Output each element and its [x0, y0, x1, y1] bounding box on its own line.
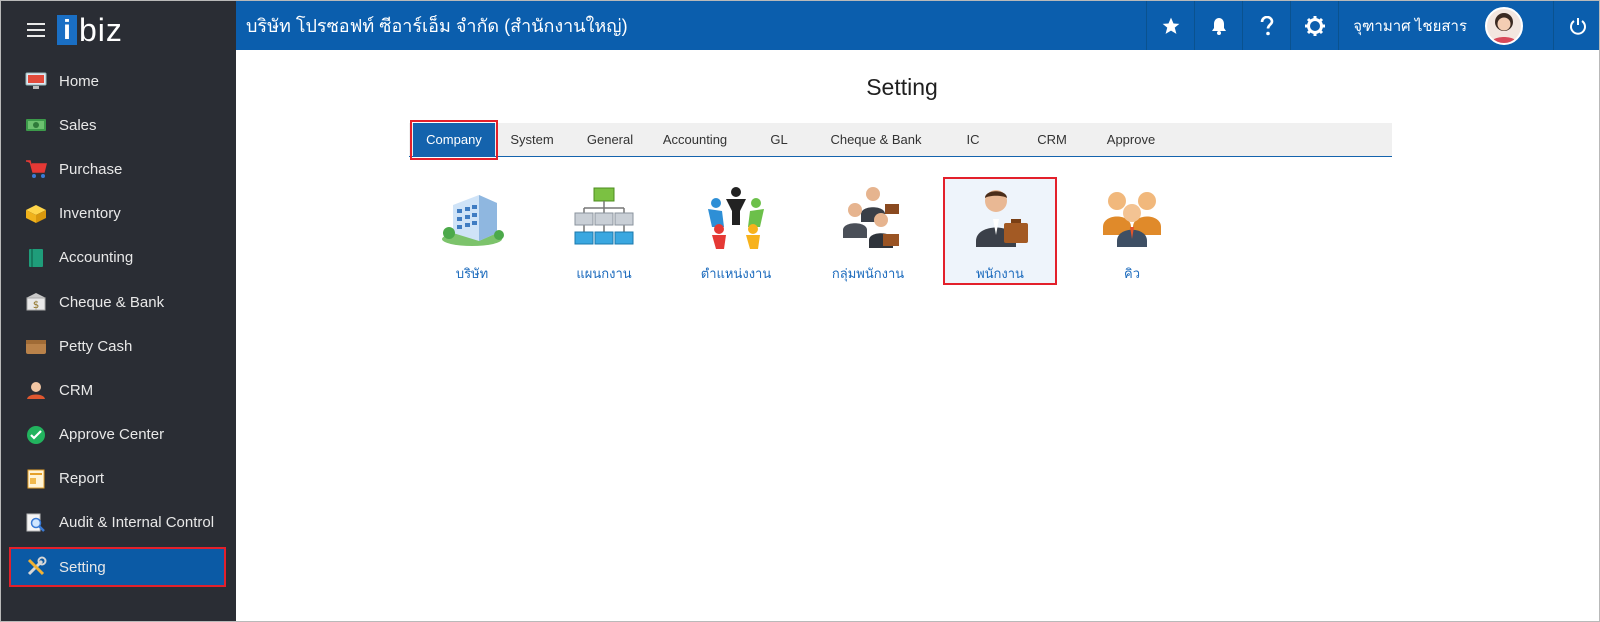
tile-employee[interactable]: พนักงาน: [943, 177, 1057, 285]
cart-icon: [25, 159, 47, 179]
tile-label: ตำแหน่งงาน: [700, 266, 772, 281]
logo-i: i: [57, 15, 77, 45]
gear-icon: [1304, 15, 1325, 36]
sidebar-item-label: Petty Cash: [59, 337, 133, 355]
logo-text: biz: [79, 12, 123, 48]
sidebar-item-label: Inventory: [59, 205, 121, 223]
magnifier-doc-icon: [25, 513, 47, 533]
sidebar-nav: Home Sales Purchase Inventory Accounting…: [1, 59, 236, 588]
tab-approve[interactable]: Approve: [1091, 123, 1171, 157]
sidebar-item-label: Purchase: [59, 160, 123, 178]
bank-icon: $: [25, 292, 47, 312]
sidebar: i biz Home Sales Purchase Inventory Acco…: [1, 1, 236, 621]
sidebar-item-setting[interactable]: Setting: [9, 547, 226, 588]
sidebar-item-home[interactable]: Home: [1, 59, 236, 103]
tile-label: แผนกงาน: [576, 266, 632, 281]
monitor-icon: [25, 71, 47, 91]
queue-people-icon: [1097, 183, 1167, 250]
sidebar-item-purchase[interactable]: Purchase: [1, 147, 236, 191]
tile-department[interactable]: แผนกงาน: [538, 178, 670, 284]
money-icon: [25, 115, 47, 135]
sidebar-item-label: Audit & Internal Control: [59, 514, 215, 532]
tile-label: พนักงาน: [976, 266, 1024, 281]
tile-company[interactable]: บริษัท: [406, 178, 538, 284]
check-circle-icon: [25, 425, 47, 445]
tile-queue[interactable]: คิว: [1066, 178, 1198, 284]
tile-label: คิว: [1124, 266, 1140, 281]
sidebar-item-inventory[interactable]: Inventory: [1, 192, 236, 236]
tab-ic[interactable]: IC: [933, 123, 1013, 157]
report-icon: [25, 469, 47, 489]
star-icon: [1162, 17, 1180, 34]
sidebar-item-crm[interactable]: CRM: [1, 368, 236, 412]
setting-tabs: Company System General Accounting GL Che…: [409, 119, 1392, 160]
tab-system[interactable]: System: [495, 123, 569, 157]
employee-icon: [965, 183, 1035, 250]
wallet-icon: [25, 336, 47, 356]
box-icon: [25, 204, 47, 224]
sidebar-item-label: Accounting: [59, 249, 134, 267]
sidebar-item-report[interactable]: Report: [1, 457, 236, 501]
org-chart-icon: [569, 183, 639, 250]
tab-general[interactable]: General: [569, 123, 651, 157]
tab-accounting[interactable]: Accounting: [651, 123, 739, 157]
bell-icon: [1211, 17, 1226, 35]
tab-gl[interactable]: GL: [739, 123, 819, 157]
user-name[interactable]: จุฑามาศ ไชยสาร: [1338, 1, 1553, 50]
sidebar-item-label: Cheque & Bank: [59, 293, 165, 311]
tile-employee-group[interactable]: กลุ่มพนักงาน: [802, 178, 934, 284]
svg-text:$: $: [33, 300, 39, 311]
sidebar-item-sales[interactable]: Sales: [1, 103, 236, 147]
contact-icon: [25, 380, 47, 400]
sidebar-item-label: Home: [59, 72, 100, 90]
sidebar-item-label: Setting: [59, 558, 106, 576]
page-title: Setting: [866, 74, 938, 100]
people-circle-icon: [701, 183, 771, 250]
sidebar-item-audit[interactable]: Audit & Internal Control: [1, 501, 236, 545]
brand-bar: i biz: [1, 1, 236, 59]
sidebar-item-petty-cash[interactable]: Petty Cash: [1, 324, 236, 368]
sidebar-item-cheque-bank[interactable]: $ Cheque & Bank: [1, 280, 236, 324]
logout-button[interactable]: [1553, 1, 1599, 50]
notifications-button[interactable]: [1194, 1, 1242, 50]
settings-button[interactable]: [1290, 1, 1338, 50]
tab-company[interactable]: Company: [410, 119, 498, 160]
sidebar-item-accounting[interactable]: Accounting: [1, 236, 236, 280]
tile-position[interactable]: ตำแหน่งงาน: [670, 178, 802, 284]
help-button[interactable]: [1242, 1, 1290, 50]
avatar[interactable]: [1485, 6, 1523, 45]
menu-toggle-icon[interactable]: [27, 23, 45, 37]
tab-cheque-bank[interactable]: Cheque & Bank: [819, 123, 933, 157]
sidebar-item-approve-center[interactable]: Approve Center: [1, 413, 236, 457]
top-bar: บริษัท โปรซอฟท์ ซีอาร์เอ็ม จำกัด (สำนักง…: [236, 1, 1599, 50]
book-icon: [25, 248, 47, 268]
setting-tiles: บริษัท แผนกงาน ตำแหน่งงาน กลุ่มพนักงาน พ…: [406, 177, 1198, 285]
sidebar-item-label: Sales: [59, 116, 97, 134]
building-icon: [437, 183, 507, 250]
tile-label: กลุ่มพนักงาน: [831, 266, 905, 281]
main-content: Setting Company System General Accountin…: [236, 50, 1599, 621]
tile-label: บริษัท: [455, 266, 489, 281]
user-name-text: จุฑามาศ ไชยสาร: [1353, 17, 1467, 35]
app-window: i biz Home Sales Purchase Inventory Acco…: [0, 0, 1600, 622]
sidebar-item-label: Report: [59, 470, 105, 488]
tools-icon: [25, 556, 47, 577]
question-icon: [1260, 15, 1273, 35]
sidebar-item-label: CRM: [59, 381, 94, 399]
app-logo[interactable]: i biz: [57, 14, 123, 46]
tab-crm[interactable]: CRM: [1013, 123, 1091, 157]
favorites-button[interactable]: [1146, 1, 1194, 50]
sidebar-item-label: Approve Center: [59, 426, 165, 444]
company-name: บริษัท โปรซอฟท์ ซีอาร์เอ็ม จำกัด (สำนักง…: [246, 16, 628, 36]
employee-group-icon: [833, 183, 903, 250]
power-icon: [1569, 17, 1586, 35]
